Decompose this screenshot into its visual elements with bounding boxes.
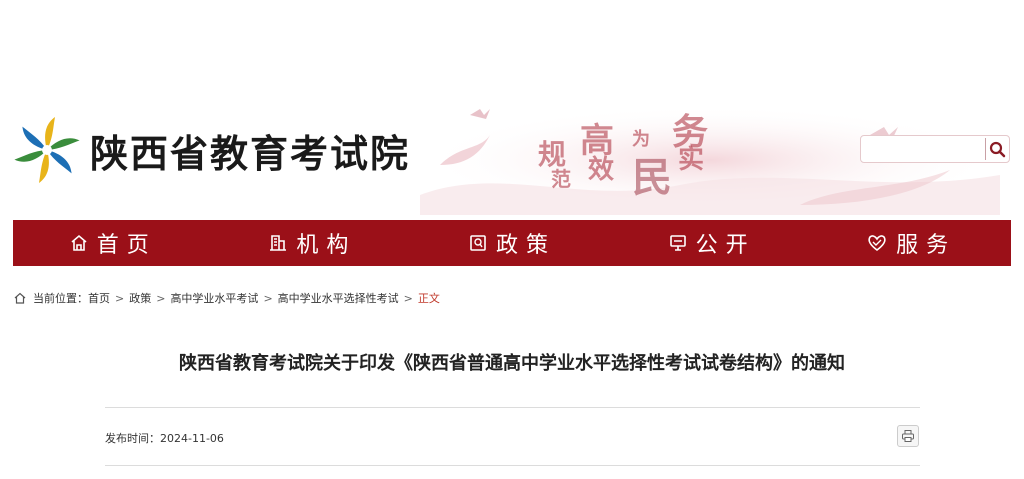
nav-label: 服务: [896, 233, 957, 258]
breadcrumb-separator: >: [156, 291, 166, 305]
breadcrumb-item-selective-exam[interactable]: 高中学业水平选择性考试: [278, 290, 399, 306]
publish-meta: 发布时间：2024-11-06: [105, 430, 224, 446]
nav-item-public[interactable]: 公开: [612, 220, 812, 266]
breadcrumb-item-policy[interactable]: 政策: [129, 290, 151, 306]
nav-item-service[interactable]: 服务: [811, 220, 1011, 266]
site-header: 陕西省教育考试院 规 范 高 效 为 民 务 实: [0, 95, 1024, 220]
main-nav: 首页 机构 政策 公开 服务: [13, 220, 1011, 266]
breadcrumb-separator: >: [263, 291, 273, 305]
breadcrumb-item-exam[interactable]: 高中学业水平考试: [170, 290, 258, 306]
home-icon: [14, 292, 26, 304]
search-input[interactable]: [865, 139, 981, 159]
breadcrumb-item-home[interactable]: 首页: [88, 290, 110, 306]
article-title: 陕西省教育考试院关于印发《陕西省普通高中学业水平选择性考试试卷结构》的通知: [179, 353, 845, 374]
site-logo-icon[interactable]: [12, 115, 82, 185]
nav-item-organization[interactable]: 机构: [213, 220, 413, 266]
breadcrumb-separator: >: [403, 291, 413, 305]
site-title[interactable]: 陕西省教育考试院: [90, 123, 410, 178]
slogan-char: 民: [632, 154, 672, 201]
monitor-icon: [669, 235, 686, 251]
nav-item-policy[interactable]: 政策: [412, 220, 612, 266]
nav-item-home[interactable]: 首页: [13, 220, 213, 266]
print-button[interactable]: [897, 425, 919, 447]
service-heart-icon: [868, 235, 886, 252]
nav-label: 机构: [296, 233, 357, 258]
nav-label: 首页: [96, 233, 157, 258]
slogan-char: 实: [678, 145, 705, 175]
building-icon: [270, 235, 287, 251]
nav-label: 公开: [695, 233, 756, 258]
publish-label: 发布时间：: [105, 432, 160, 445]
breadcrumb-separator: >: [115, 291, 125, 305]
slogan-char: 范: [551, 167, 571, 191]
breadcrumb: 当前位置： 首页 > 政策 > 高中学业水平考试 > 高中学业水平选择性考试 >…: [13, 290, 440, 306]
home-icon: [71, 234, 87, 251]
publish-date: 2024-11-06: [160, 432, 224, 445]
print-icon: [902, 430, 914, 442]
breadcrumb-current: 正文: [417, 292, 440, 305]
search-button[interactable]: [985, 138, 1009, 160]
policy-icon: [470, 235, 486, 251]
divider: [105, 407, 920, 408]
divider: [105, 465, 920, 466]
search-box: [860, 135, 1010, 163]
breadcrumb-prefix: 当前位置：: [33, 292, 88, 305]
slogan-char: 效: [588, 155, 615, 185]
search-icon: [989, 141, 1006, 158]
nav-label: 政策: [495, 233, 556, 258]
